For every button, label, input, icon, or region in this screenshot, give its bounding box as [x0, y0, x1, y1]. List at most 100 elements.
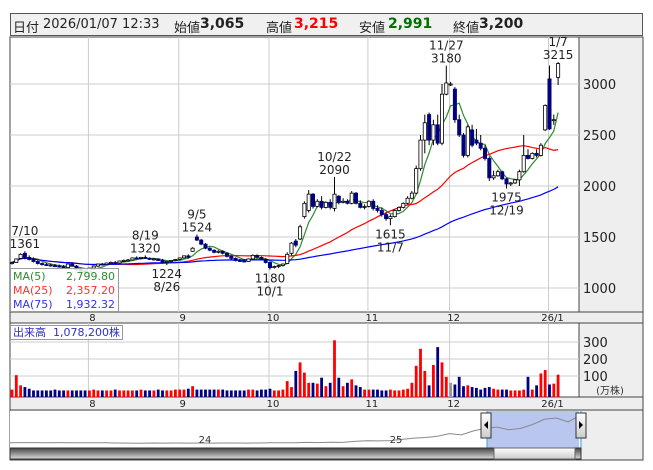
volume-bar: [165, 390, 169, 397]
ma75-legend: MA(75) 1,932.32: [11, 298, 118, 312]
volume-bar: [105, 390, 108, 397]
volume-bar: [556, 374, 560, 397]
annotation-date: 1/7: [548, 35, 567, 49]
up-candle: [289, 242, 294, 254]
price-tick-label: 1000: [583, 282, 616, 297]
down-candle: [452, 88, 457, 121]
volume-bar: [496, 389, 500, 397]
down-candle: [263, 259, 268, 263]
volume-bar: [363, 389, 366, 397]
volume-bar: [548, 384, 551, 397]
month-tick-label: 9: [180, 313, 186, 324]
volume-bar: [281, 389, 285, 397]
down-candle: [194, 236, 199, 241]
volume-bar: [49, 390, 53, 397]
up-candle: [556, 63, 561, 78]
volume-bar: [131, 390, 134, 397]
volume-bar: [161, 390, 164, 397]
down-candle: [474, 139, 479, 144]
volume-bar: [328, 382, 332, 397]
volume-bar: [247, 389, 250, 397]
volume-bar: [260, 389, 263, 397]
down-candle: [31, 258, 36, 262]
up-candle: [108, 262, 113, 264]
volume-bar: [79, 390, 83, 397]
annotation-price: 1615: [375, 227, 406, 241]
volume-bar: [500, 389, 504, 397]
up-candle: [138, 256, 143, 259]
up-candle: [341, 200, 346, 203]
volume-bar: [505, 389, 508, 397]
volume-tick-label: 100: [583, 370, 608, 385]
up-candle: [521, 154, 526, 173]
volume-bar: [475, 387, 478, 397]
up-candle: [121, 260, 126, 262]
volume-bar: [191, 386, 194, 397]
up-candle: [272, 266, 277, 268]
down-candle: [267, 262, 272, 268]
annotation-date: 11/7: [377, 240, 404, 254]
up-candle: [349, 192, 354, 204]
down-candle: [229, 255, 234, 259]
price-tick-label: 2500: [583, 129, 616, 144]
down-candle: [22, 252, 27, 258]
volume-bar: [333, 340, 336, 397]
volume-bar: [23, 387, 27, 397]
volume-bar: [268, 388, 272, 397]
down-candle: [147, 258, 152, 260]
price-volume-chart[interactable]: 3000 2500 2000 1500 1000 8 8 9 9 10 10 11 11 12 12 26/1…: [0, 0, 653, 470]
volume-month-tick-label: 9: [180, 399, 186, 410]
volume-bar: [492, 388, 495, 397]
volume-month-tick-label: 11: [366, 399, 379, 410]
down-candle: [371, 200, 376, 209]
volume-bar: [530, 389, 534, 397]
volume-bar: [277, 390, 280, 397]
down-candle: [199, 239, 204, 245]
volume-bar: [436, 347, 440, 397]
volume-bar: [148, 390, 151, 397]
volume-bar: [397, 390, 401, 397]
volume-bar: [174, 389, 177, 397]
up-candle: [362, 205, 367, 208]
navigator-year-label: 24: [199, 435, 212, 446]
down-candle: [487, 158, 492, 179]
ma5-label: MA(5): [13, 270, 46, 283]
volume-bar: [122, 390, 126, 397]
navigator-selection: [487, 411, 579, 448]
volume-bar: [518, 390, 521, 397]
up-candle: [18, 253, 23, 259]
volume-bar: [238, 390, 242, 397]
up-candle: [14, 258, 19, 263]
volume-bar: [384, 390, 388, 397]
volume-bar: [414, 365, 418, 397]
down-candle: [207, 247, 212, 251]
volume-bar: [290, 387, 293, 397]
down-candle: [328, 201, 333, 208]
volume-bar: [298, 362, 302, 397]
volume-bar: [53, 389, 57, 397]
volume-bar: [19, 385, 22, 397]
ma5-value: 2,799.80: [66, 270, 115, 283]
down-candle: [57, 265, 62, 268]
down-candle: [203, 243, 208, 249]
down-candle: [134, 257, 139, 260]
volume-tick-label: 300: [583, 336, 608, 351]
scrollbar-thumb[interactable]: [493, 447, 576, 460]
down-candle: [470, 129, 475, 146]
down-candle: [534, 152, 539, 156]
volume-bar: [264, 389, 268, 397]
up-candle: [418, 139, 423, 170]
annotation-date: 9/5: [187, 208, 206, 222]
volume-bar: [152, 390, 156, 397]
volume-bar: [337, 377, 341, 397]
volume-bar: [135, 390, 139, 397]
up-candle: [126, 259, 131, 262]
volume-bar: [195, 389, 199, 397]
volume-bar: [199, 389, 203, 397]
volume-bar: [535, 385, 538, 397]
down-candle: [353, 192, 358, 204]
volume-bar: [470, 387, 474, 397]
volume-bar: [251, 389, 255, 397]
up-candle: [177, 257, 182, 260]
annotation-date: 8/26: [153, 280, 180, 294]
